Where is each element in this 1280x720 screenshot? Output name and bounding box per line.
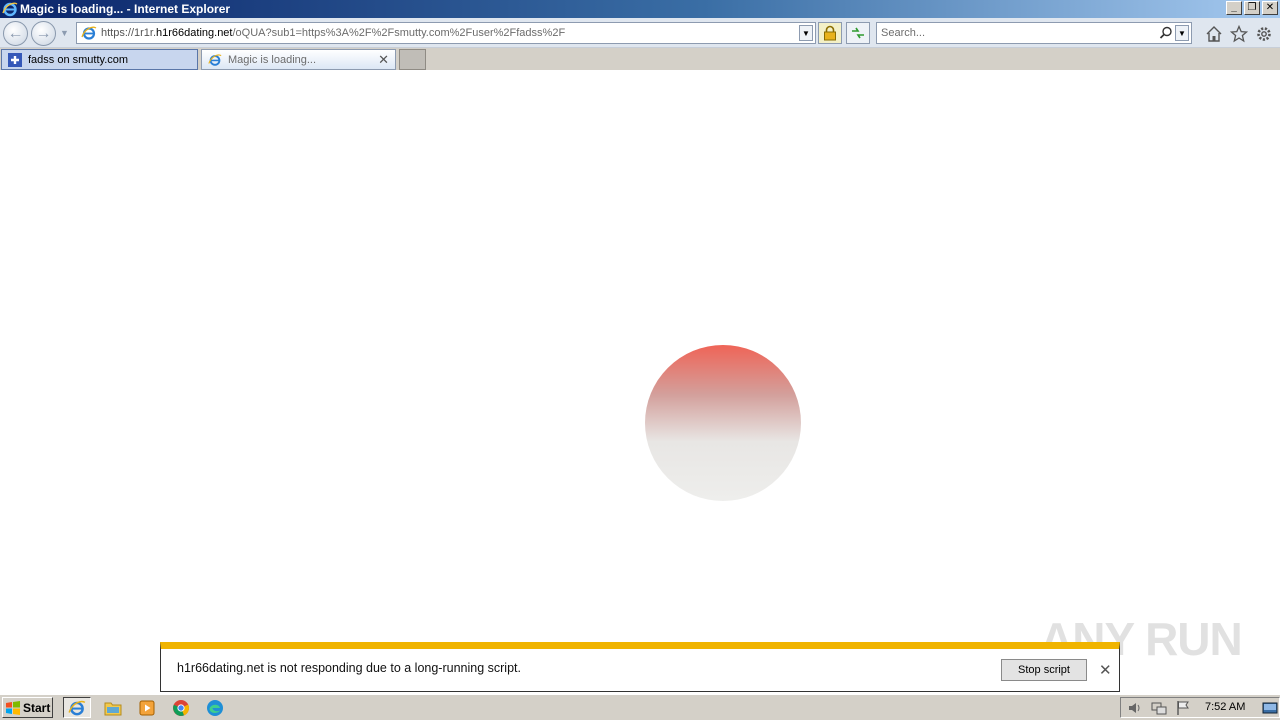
start-button[interactable]: Start [2,697,53,718]
show-desktop-icon[interactable] [1262,700,1278,716]
tab-bar: fadss on smutty.com Magic is loading... … [0,48,1280,70]
volume-icon[interactable] [1127,700,1143,716]
refresh-icon [852,27,864,39]
search-box[interactable]: ▼ [876,22,1192,44]
lock-icon [824,25,836,41]
window-title: Magic is loading... - Internet Explorer [20,2,231,16]
restore-button[interactable]: ❐ [1244,1,1260,15]
back-arrow-icon: ← [7,24,24,42]
taskbar-media-player[interactable] [133,697,161,718]
start-label: Start [23,700,51,715]
script-notification-bar: h1r66dating.net is not responding due to… [160,642,1120,692]
taskbar-file-explorer[interactable] [99,697,127,718]
folder-icon [104,702,122,715]
navigation-bar: ← → ▼ https://1r1r.h1r66dating.net/oQUA?… [0,18,1280,48]
windows-logo-icon [6,700,20,715]
minimize-button[interactable]: _ [1226,1,1242,15]
taskbar-internet-explorer[interactable] [63,697,91,718]
tab-fadss-smutty[interactable]: fadss on smutty.com [1,49,198,70]
favorites-star-icon[interactable] [1230,25,1248,43]
ie-page-favicon-icon [208,53,222,66]
taskbar: Start 7:52 AM [0,694,1280,720]
network-icon[interactable] [1151,700,1167,716]
notification-message: h1r66dating.net is not responding due to… [177,661,521,675]
settings-gear-icon[interactable] [1255,25,1273,43]
window-title-bar: Magic is loading... - Internet Explorer … [0,0,1280,18]
smutty-favicon-icon [8,52,22,67]
home-icon[interactable] [1205,25,1223,43]
url-text[interactable]: https://1r1r.h1r66dating.net/oQUA?sub1=h… [101,27,565,39]
taskbar-chrome[interactable] [167,697,195,718]
internet-explorer-icon [68,700,86,715]
url-path: /oQUA?sub1=https%3A%2F%2Fsmutty.com%2Fus… [232,27,566,39]
close-window-button[interactable]: ✕ [1262,1,1278,15]
address-bar[interactable]: https://1r1r.h1r66dating.net/oQUA?sub1=h… [76,22,816,44]
action-center-flag-icon[interactable] [1175,700,1191,716]
stop-script-button[interactable]: Stop script [1001,659,1087,681]
tab-label: fadss on smutty.com [28,53,129,66]
close-tab-icon[interactable]: ✕ [378,52,389,68]
taskbar-edge[interactable] [201,697,229,718]
internet-explorer-icon [2,2,18,17]
search-icon[interactable] [1159,26,1173,40]
media-player-icon [139,700,155,715]
window-controls: _ ❐ ✕ [1226,1,1278,15]
loading-spinner-circle [645,345,801,501]
chrome-icon [173,699,189,716]
search-provider-dropdown[interactable]: ▼ [1175,25,1189,41]
edge-icon [207,699,223,716]
tab-magic-loading[interactable]: Magic is loading... ✕ [201,49,396,70]
clock[interactable]: 7:52 AM [1205,701,1245,713]
close-notification-icon[interactable]: ✕ [1099,661,1112,679]
address-dropdown-button[interactable]: ▼ [799,25,813,41]
url-host: h1r66dating.net [156,27,233,39]
page-ie-icon [81,26,97,40]
new-tab-button[interactable] [399,49,426,70]
page-content [0,70,1280,694]
forward-arrow-icon: → [35,24,52,42]
history-dropdown-icon[interactable]: ▼ [60,28,69,38]
refresh-button[interactable] [846,22,870,44]
url-scheme: https://1r1r. [101,27,157,39]
forward-button[interactable]: → [31,21,56,46]
search-input[interactable] [881,24,1151,42]
tab-label: Magic is loading... [228,53,317,66]
back-button[interactable]: ← [3,21,28,46]
system-tray: 7:52 AM [1120,697,1280,718]
security-lock-button[interactable] [818,22,842,44]
